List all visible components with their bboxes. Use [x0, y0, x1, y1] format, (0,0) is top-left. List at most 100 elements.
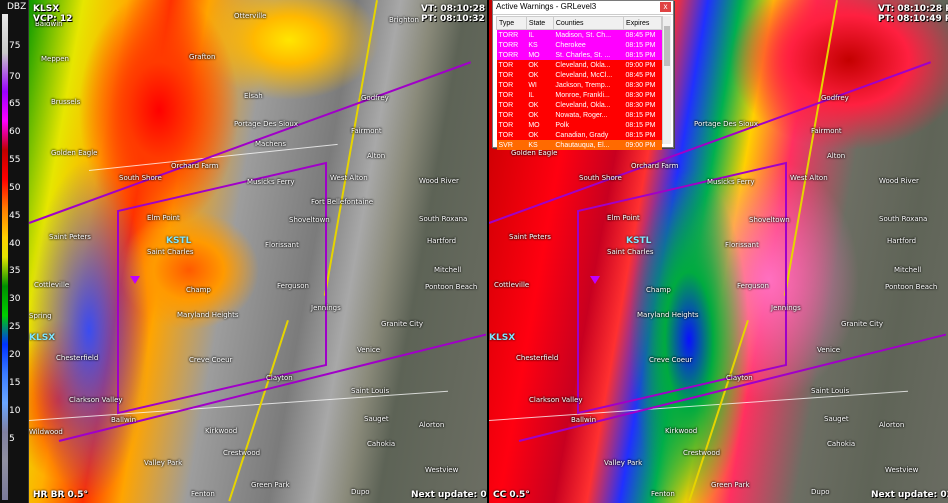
warning-row[interactable]: SVR KS Chautauqua, El... 09:00 PM — [496, 140, 662, 150]
radar-site-label-kstl: KSTL — [166, 236, 192, 246]
warning-row[interactable]: TORR IL Madison, St. Ch... 08:45 PM — [496, 29, 662, 40]
town-label: Orchard Farm — [631, 162, 679, 170]
warning-cell-counties: Jackson, Tremp... — [553, 80, 624, 90]
warnings-scrollbar[interactable] — [662, 16, 671, 144]
scale-label: 55 — [9, 155, 21, 165]
storm-cell-marker-icon[interactable] — [590, 276, 600, 284]
close-icon[interactable]: x — [660, 2, 671, 12]
column-header-expires[interactable]: Expires — [623, 16, 662, 30]
town-label: Brussels — [51, 98, 81, 106]
process-time: PT: 08:10:32 PM — [421, 14, 487, 24]
scale-label: 20 — [9, 350, 21, 360]
column-header-counties[interactable]: Counties — [552, 16, 625, 30]
town-label: Elm Point — [147, 214, 180, 222]
warning-cell-expires: 08:15 PM — [623, 40, 662, 50]
town-label: Sauget — [824, 415, 849, 423]
town-label: Fairmont — [351, 127, 382, 135]
town-label: Venice — [817, 346, 841, 354]
town-label: Portage Des Sioux — [694, 120, 758, 128]
column-header-type[interactable]: Type — [496, 16, 527, 30]
warning-cell-state: OK — [526, 60, 554, 70]
warning-cell-expires: 08:15 PM — [623, 120, 662, 130]
town-label: West Alton — [790, 174, 828, 182]
town-label: Alorton — [879, 421, 905, 429]
warning-cell-type: TORR — [496, 40, 527, 50]
warning-cell-expires: 09:00 PM — [623, 60, 662, 70]
town-label: South Roxana — [879, 215, 928, 223]
product-label: CC 0.5° — [493, 490, 530, 500]
warning-cell-type: TOR — [496, 90, 527, 100]
warning-row[interactable]: TOR IL Monroe, Frankli... 08:30 PM — [496, 90, 662, 100]
town-label: Wood River — [879, 177, 919, 185]
warning-cell-counties: Nowata, Roger... — [553, 110, 624, 120]
town-label: Creve Coeur — [649, 356, 693, 364]
scale-label: 65 — [9, 99, 21, 109]
town-label: Cahokia — [827, 440, 856, 448]
radar-site-label-kstl: KSTL — [626, 236, 652, 246]
warnings-window-title: Active Warnings - GRLevel3 — [496, 2, 597, 11]
warning-row[interactable]: TOR OK Cleveland, Okla... 09:00 PM — [496, 60, 662, 70]
warnings-titlebar[interactable]: Active Warnings - GRLevel3 x — [493, 1, 673, 15]
warning-cell-expires: 08:30 PM — [623, 90, 662, 100]
warning-row[interactable]: TORR KS Cherokee 08:15 PM — [496, 40, 662, 50]
town-label: Jennings — [771, 304, 801, 312]
town-label: Orchard Farm — [171, 162, 219, 170]
warning-row[interactable]: TOR WI Jackson, Tremp... 08:30 PM — [496, 80, 662, 90]
storm-cell-marker-icon[interactable] — [130, 276, 140, 284]
warning-row[interactable]: TOR OK Cleveland, McCl... 08:45 PM — [496, 70, 662, 80]
warning-row[interactable]: TOR OK Nowata, Roger... 08:15 PM — [496, 110, 662, 120]
column-header-state[interactable]: State — [525, 16, 554, 30]
town-label: Alton — [827, 152, 846, 160]
town-label: Brighton — [389, 16, 419, 24]
dbz-color-scale: DBZ 75 70 65 60 55 50 45 40 35 30 25 20 … — [0, 0, 29, 503]
town-label: Otterville — [234, 12, 267, 20]
warning-cell-expires: 08:45 PM — [623, 29, 662, 40]
county-border-line — [783, 0, 838, 296]
town-label: Crestwood — [683, 449, 721, 457]
town-label: Green Park — [251, 481, 290, 489]
town-label: Florissant — [265, 241, 299, 249]
scale-label: 35 — [9, 266, 21, 276]
scrollbar-thumb[interactable] — [664, 26, 670, 66]
town-label: Ferguson — [277, 282, 309, 290]
warning-row[interactable]: TOR MO Polk 08:15 PM — [496, 120, 662, 130]
next-update-countdown: Next update: 02:17 — [871, 490, 948, 500]
warning-row[interactable]: TOR OK Cleveland, Okla... 08:30 PM — [496, 100, 662, 110]
town-label: Ballwin — [111, 416, 137, 424]
scale-label: 10 — [9, 406, 21, 416]
town-label: Fort Bellefontaine — [311, 198, 374, 206]
radar-site-label: KLSX — [29, 333, 56, 343]
town-label: Chesterfield — [516, 354, 559, 362]
town-label: Westview — [425, 466, 459, 474]
town-label: Clayton — [726, 374, 753, 382]
warnings-table: Type State Counties Expires TORR IL Madiso… — [496, 16, 662, 150]
town-label: West Alton — [330, 174, 368, 182]
radar-site-label: KLSX — [489, 333, 516, 343]
town-label: Golden Eagle — [511, 149, 558, 157]
town-label: South Shore — [579, 174, 622, 182]
town-label: Florissant — [725, 241, 759, 249]
scale-label: 15 — [9, 378, 21, 388]
warning-cell-expires: 08:30 PM — [623, 80, 662, 90]
town-label: Ferguson — [737, 282, 769, 290]
town-label: Dupo — [811, 488, 830, 496]
town-label: Cahokia — [367, 440, 396, 448]
warning-cell-counties: Canadian, Grady — [553, 130, 624, 140]
town-label: Sauget — [364, 415, 389, 423]
warning-row[interactable]: TORR MO St. Charles, St. ... 08:15 PM — [496, 50, 662, 60]
town-label: Ballwin — [571, 416, 597, 424]
reflectivity-map-panel[interactable]: KSTL KLSX Baldwin Otterville Brighton Meppe… — [29, 0, 487, 503]
active-warnings-window[interactable]: Active Warnings - GRLevel3 x Type State … — [492, 0, 674, 150]
warning-row[interactable]: TOR OK Canadian, Grady 08:15 PM — [496, 130, 662, 140]
warning-cell-type: TOR — [496, 60, 527, 70]
town-label: Creve Coeur — [189, 356, 233, 364]
town-label: Fairmont — [811, 127, 842, 135]
town-label: Hartford — [427, 237, 457, 245]
warning-cell-counties: Cleveland, McCl... — [553, 70, 624, 80]
warning-cell-state: WI — [526, 80, 554, 90]
warning-cell-type: TOR — [496, 120, 527, 130]
town-label: Musicks Ferry — [247, 178, 295, 186]
town-label: Granite City — [381, 320, 423, 328]
town-label: South Shore — [119, 174, 162, 182]
town-label: Alorton — [419, 421, 445, 429]
